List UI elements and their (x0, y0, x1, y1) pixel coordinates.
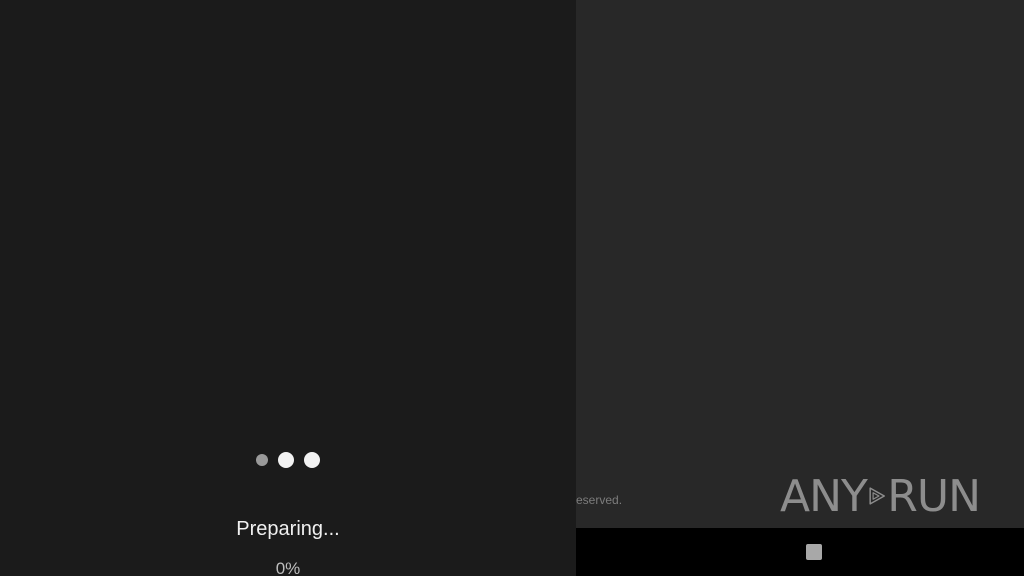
stop-square-icon[interactable] (806, 544, 822, 560)
loading-status-text: Preparing... (236, 518, 340, 540)
loading-dot-1 (256, 454, 268, 466)
copyright-text: eserved. (576, 493, 623, 507)
loading-panel: Preparing... 0% (0, 0, 576, 576)
play-triangle-icon (869, 487, 885, 505)
loading-indicator (0, 452, 576, 468)
screen: Preparing... 0% eserved. ANY RUN (0, 0, 1024, 576)
watermark-text-left: ANY (780, 470, 868, 522)
loading-dot-3 (304, 452, 320, 468)
loading-dot-2 (278, 452, 294, 468)
anyrun-watermark: ANY RUN (780, 462, 981, 530)
loading-progress-text: 0% (275, 559, 301, 576)
navigation-bar (576, 528, 1024, 576)
watermark-text-right: RUN (887, 470, 981, 522)
